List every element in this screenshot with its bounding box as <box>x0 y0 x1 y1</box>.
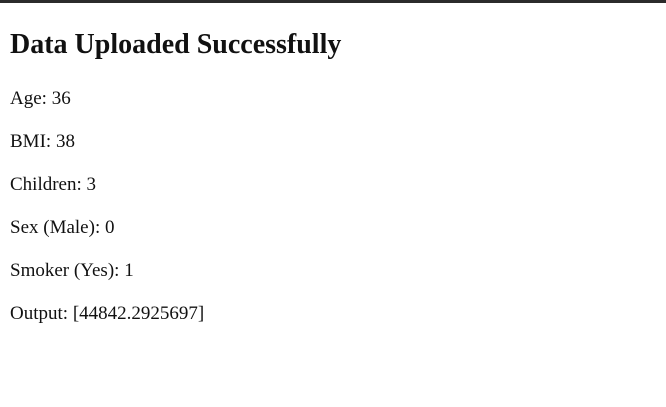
page-title: Data Uploaded Successfully <box>10 29 342 60</box>
bmi-separator: : <box>45 131 56 152</box>
window-top-border <box>0 0 666 3</box>
bmi-value: 38 <box>55 131 75 152</box>
output-label: Output <box>10 303 63 324</box>
smoker-yes-separator: : <box>114 260 125 281</box>
children-row: Children: 3 <box>10 174 96 196</box>
smoker-yes-row: Smoker (Yes): 1 <box>10 260 134 282</box>
sex-male-label: Sex (Male) <box>10 217 95 238</box>
children-label: Children <box>10 174 77 195</box>
age-value: 36 <box>51 88 71 109</box>
age-label: Age <box>10 88 42 109</box>
age-row: Age: 36 <box>10 88 71 110</box>
bmi-label: BMI <box>10 131 46 152</box>
sex-male-value: 0 <box>104 217 115 238</box>
smoker-yes-value: 1 <box>124 260 134 281</box>
output-value: [44842.2925697] <box>72 303 205 324</box>
smoker-yes-label: Smoker (Yes) <box>10 260 115 281</box>
sex-male-separator: : <box>94 217 105 238</box>
children-value: 3 <box>86 174 97 195</box>
sex-male-row: Sex (Male): 0 <box>10 217 114 239</box>
age-separator: : <box>41 88 52 109</box>
output-row: Output: [44842.2925697] <box>10 303 204 325</box>
bmi-row: BMI: 38 <box>10 131 75 153</box>
output-separator: : <box>62 303 73 324</box>
children-separator: : <box>76 174 87 195</box>
